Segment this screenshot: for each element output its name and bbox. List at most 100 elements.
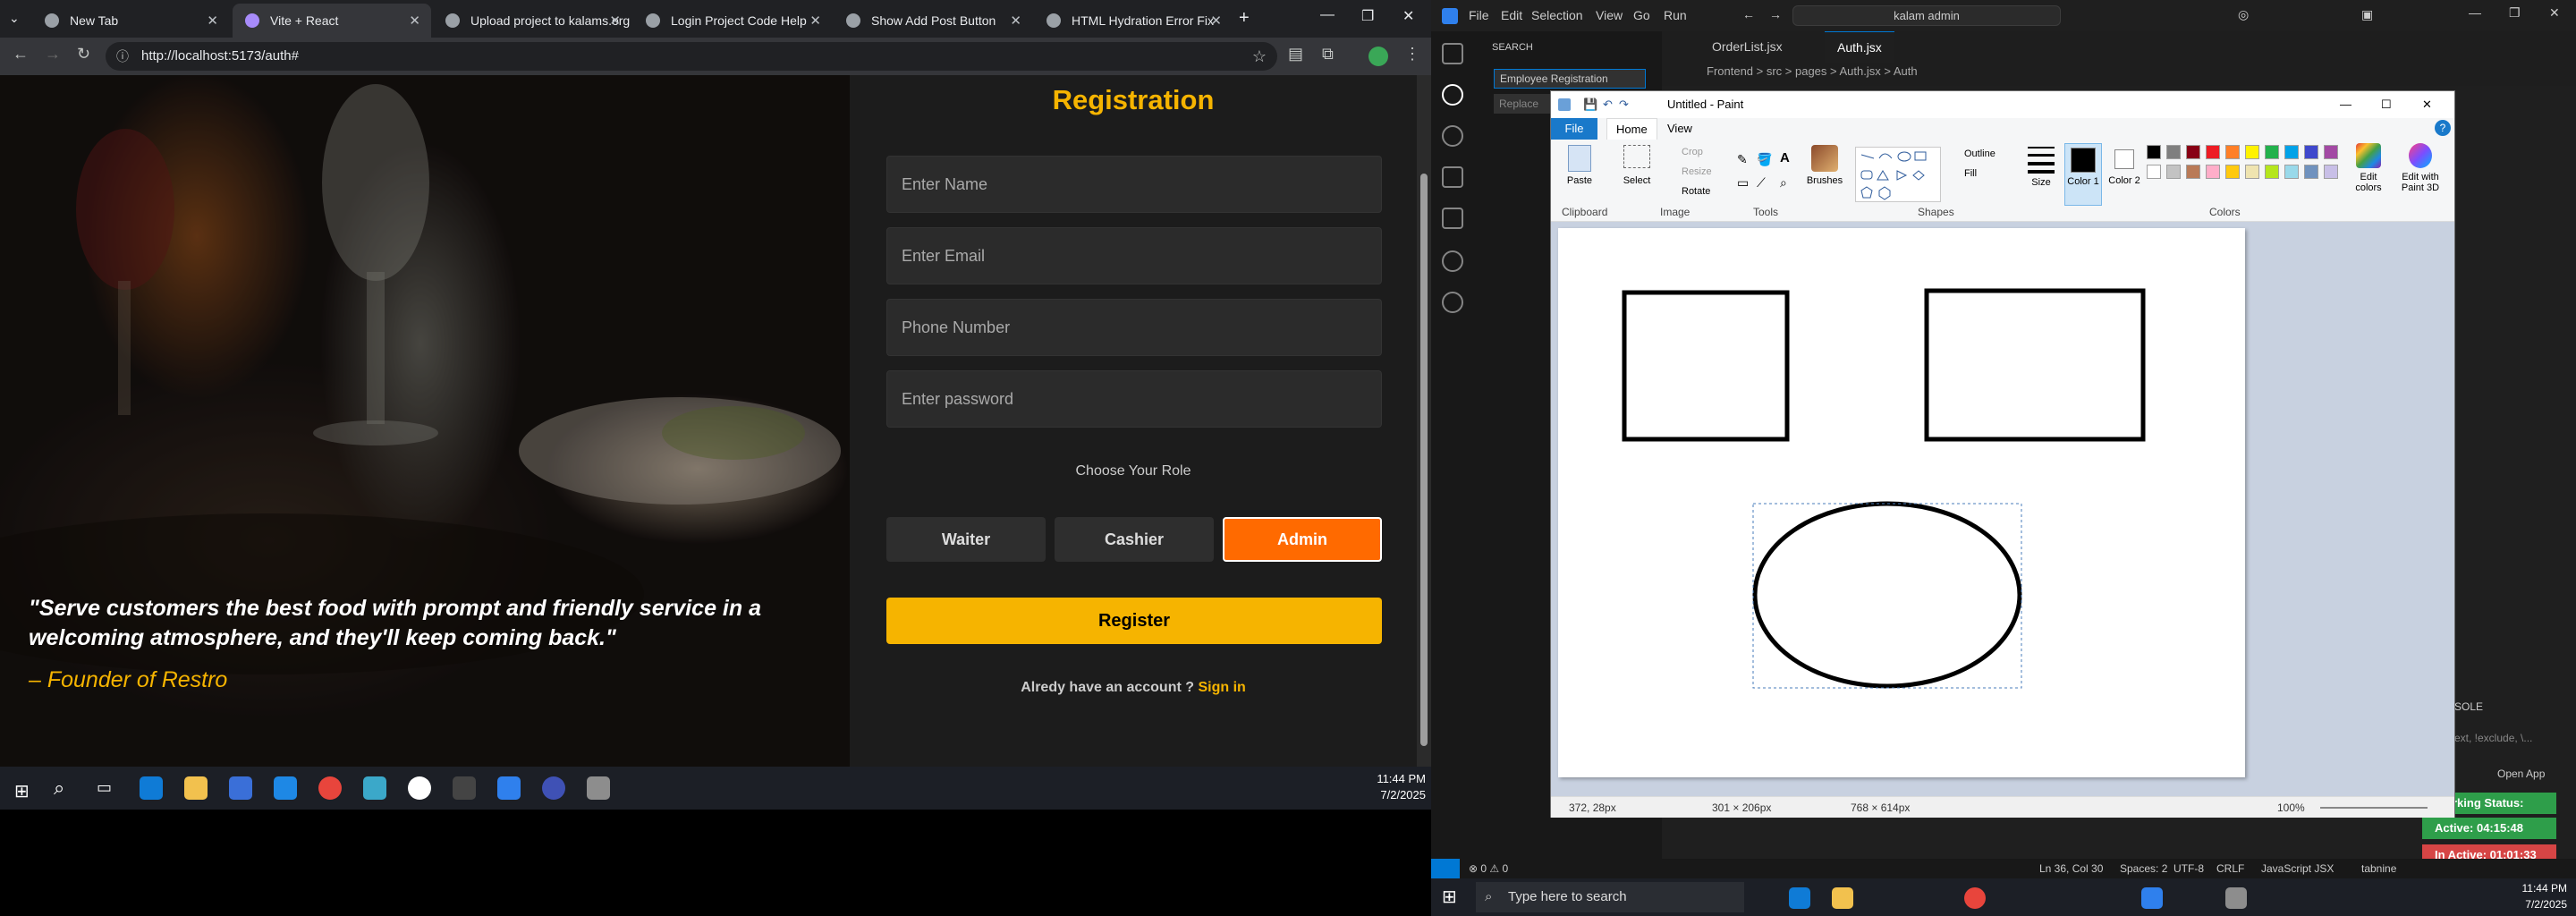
- close-icon[interactable]: ✕: [1210, 13, 1222, 29]
- explorer-icon[interactable]: [1442, 43, 1463, 64]
- close-icon[interactable]: ✕: [809, 13, 821, 29]
- left-clock[interactable]: 11:44 PM 7/2/2025: [1342, 771, 1426, 803]
- palette-swatch[interactable]: [2304, 145, 2318, 159]
- remote-indicator[interactable]: [1431, 859, 1460, 878]
- brushes-button[interactable]: Brushes: [1805, 145, 1844, 186]
- reload-icon[interactable]: ↻: [77, 45, 90, 64]
- tab-search-icon[interactable]: ⌄: [9, 11, 20, 26]
- palette-swatch[interactable]: [2186, 165, 2200, 179]
- chrome-icon[interactable]: [318, 776, 342, 800]
- minimize-icon[interactable]: —: [2340, 91, 2351, 118]
- palette-swatch[interactable]: [2284, 165, 2299, 179]
- nav-back-icon[interactable]: ←: [1742, 7, 1755, 21]
- palette-swatch[interactable]: [2245, 165, 2259, 179]
- language-mode[interactable]: JavaScript JSX: [2261, 859, 2334, 878]
- problems-indicator[interactable]: ⊗ 0 ⚠ 0: [1469, 859, 1508, 878]
- palette-swatch[interactable]: [2225, 165, 2240, 179]
- palette-swatch[interactable]: [2265, 145, 2279, 159]
- palette-swatch[interactable]: [2206, 165, 2220, 179]
- edit-paint3d-button[interactable]: Edit with Paint 3D: [2392, 143, 2449, 193]
- vscode-icon[interactable]: [497, 776, 521, 800]
- palette-swatch[interactable]: [2206, 145, 2220, 159]
- outline-button[interactable]: Outline: [1964, 148, 1996, 159]
- color2-button[interactable]: Color 2: [2106, 143, 2143, 206]
- windows-start-icon[interactable]: ⊞: [1442, 886, 1457, 908]
- scrollbar-thumb[interactable]: [1420, 174, 1428, 746]
- app-circle-icon[interactable]: [408, 776, 431, 800]
- menu-kebab-icon[interactable]: ⋮: [1404, 45, 1420, 64]
- text-tool-icon[interactable]: A: [1780, 150, 1790, 165]
- palette-swatch[interactable]: [2324, 145, 2338, 159]
- indentation[interactable]: Spaces: 2: [2120, 859, 2167, 878]
- paint-canvas[interactable]: [1558, 228, 2245, 777]
- palette-swatch[interactable]: [2245, 145, 2259, 159]
- paint-icon[interactable]: [2225, 887, 2247, 909]
- menu-run[interactable]: Run: [1664, 8, 1687, 22]
- panel-filter[interactable]: ext, !exclude, \...: [2454, 732, 2532, 744]
- settings-icon[interactable]: [1442, 292, 1463, 313]
- layout-icon[interactable]: ▣: [2361, 7, 2373, 22]
- register-button[interactable]: Register: [886, 598, 1382, 644]
- palette-swatch[interactable]: [2225, 145, 2240, 159]
- phone-field[interactable]: Phone Number: [886, 299, 1382, 356]
- password-field[interactable]: Enter password: [886, 370, 1382, 428]
- role-cashier-button[interactable]: Cashier: [1055, 517, 1214, 562]
- encoding[interactable]: UTF-8: [2174, 859, 2204, 878]
- tabnine-status[interactable]: tabnine: [2361, 859, 2396, 878]
- menu-selection[interactable]: Selection: [1531, 8, 1583, 22]
- page-scrollbar[interactable]: [1417, 75, 1431, 767]
- forward-icon[interactable]: →: [45, 45, 61, 64]
- palette-swatch[interactable]: [2265, 165, 2279, 179]
- shapes-gallery[interactable]: [1855, 147, 1941, 202]
- store-icon[interactable]: [229, 776, 252, 800]
- fill-bucket-icon[interactable]: 🪣: [1757, 152, 1772, 167]
- redo-icon[interactable]: ↷: [1619, 91, 1629, 118]
- quick-save-icon[interactable]: 💾: [1583, 91, 1597, 118]
- app-icon[interactable]: [363, 776, 386, 800]
- nav-forward-icon[interactable]: →: [1769, 7, 1782, 21]
- source-control-icon[interactable]: [1442, 125, 1463, 147]
- zoom-icon[interactable]: [542, 776, 565, 800]
- mail-icon[interactable]: [274, 776, 297, 800]
- address-bar[interactable]: ⓘ http://localhost:5173/auth# ☆: [106, 42, 1277, 71]
- paint-home-tab[interactable]: Home: [1606, 118, 1657, 140]
- color1-button[interactable]: Color 1: [2064, 143, 2102, 206]
- palette-swatch[interactable]: [2284, 145, 2299, 159]
- name-field[interactable]: Enter Name: [886, 156, 1382, 213]
- tab-show-add-post[interactable]: Show Add Post Button ✕: [834, 4, 1032, 38]
- extensions-icon[interactable]: ⧉: [1322, 45, 1334, 64]
- file-explorer-icon[interactable]: [184, 776, 208, 800]
- tab-auth[interactable]: Auth.jsx: [1825, 31, 1894, 63]
- bookmark-star-icon[interactable]: ☆: [1252, 42, 1267, 71]
- help-icon[interactable]: ?: [2435, 120, 2451, 136]
- chrome-icon[interactable]: [1964, 887, 1986, 909]
- terminal-icon[interactable]: [453, 776, 476, 800]
- pencil-icon[interactable]: ✎: [1737, 152, 1748, 167]
- minimize-icon[interactable]: —: [1320, 7, 1335, 23]
- select-button[interactable]: Select: [1619, 145, 1655, 204]
- palette-swatch[interactable]: [2324, 165, 2338, 179]
- search-field[interactable]: Employee Registration: [1494, 69, 1646, 89]
- command-center[interactable]: kalam admin: [1792, 5, 2061, 26]
- minimize-icon[interactable]: —: [2469, 5, 2481, 20]
- eraser-icon[interactable]: ▭: [1737, 175, 1749, 191]
- back-icon[interactable]: ←: [13, 45, 29, 64]
- cursor-position[interactable]: Ln 36, Col 30: [2039, 859, 2103, 878]
- windows-start-icon[interactable]: ⊞: [14, 780, 30, 802]
- role-waiter-button[interactable]: Waiter: [886, 517, 1046, 562]
- role-admin-button[interactable]: Admin: [1223, 517, 1382, 562]
- magnifier-icon[interactable]: ⌕: [1780, 175, 1787, 191]
- file-explorer-icon[interactable]: [1832, 887, 1853, 909]
- profile-avatar[interactable]: [1368, 47, 1388, 66]
- close-icon[interactable]: ✕: [609, 13, 621, 29]
- signin-link[interactable]: Sign in: [1198, 680, 1245, 695]
- tab-orderlist[interactable]: OrderList.jsx: [1699, 31, 1795, 63]
- maximize-icon[interactable]: ☐: [2381, 91, 2392, 118]
- search-icon[interactable]: [1442, 84, 1463, 106]
- paint-view-tab[interactable]: View: [1667, 118, 1692, 140]
- panel-label[interactable]: SOLE: [2454, 700, 2483, 713]
- palette-swatch[interactable]: [2166, 165, 2181, 179]
- reading-list-icon[interactable]: ▤: [1288, 45, 1303, 64]
- rotate-button[interactable]: Rotate: [1682, 186, 1710, 197]
- copilot-icon[interactable]: ◎: [2238, 7, 2249, 22]
